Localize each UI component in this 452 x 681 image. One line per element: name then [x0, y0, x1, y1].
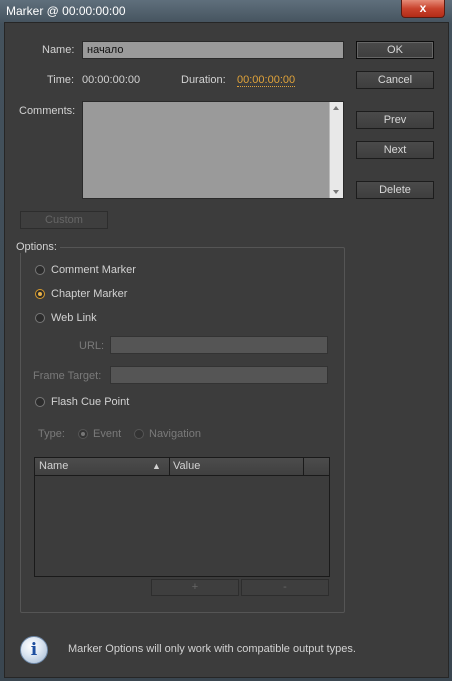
remove-cue-point-button[interactable]: - — [241, 579, 329, 596]
cue-point-table[interactable]: Name ▲ Value — [34, 457, 330, 577]
dialog-body: Name: начало Time: 00:00:00:00 Duration:… — [4, 22, 449, 678]
marker-dialog: Marker @ 00:00:00:00 x Name: начало Time… — [0, 0, 452, 681]
column-divider — [169, 458, 170, 475]
scroll-down-icon[interactable] — [333, 190, 339, 194]
web-link-label[interactable]: Web Link — [51, 312, 97, 324]
comments-textarea[interactable] — [82, 101, 344, 199]
custom-button[interactable]: Custom — [20, 211, 108, 229]
table-header: Name ▲ Value — [35, 458, 329, 476]
url-input[interactable] — [110, 336, 328, 354]
sort-ascending-icon[interactable]: ▲ — [152, 461, 161, 471]
column-header-value[interactable]: Value — [173, 460, 200, 472]
info-icon: i — [20, 636, 48, 664]
name-input[interactable]: начало — [82, 41, 344, 59]
comments-label: Comments: — [19, 105, 76, 117]
column-header-name[interactable]: Name — [39, 460, 68, 472]
comments-scrollbar[interactable] — [329, 102, 343, 198]
comment-marker-label[interactable]: Comment Marker — [51, 264, 136, 276]
name-label: Name: — [42, 44, 75, 56]
duration-value[interactable]: 00:00:00:00 — [237, 74, 296, 87]
duration-label: Duration: — [181, 74, 226, 86]
web-link-radio[interactable] — [35, 313, 45, 323]
time-label: Time: — [47, 74, 75, 86]
info-message: Marker Options will only work with compa… — [68, 643, 356, 655]
chapter-marker-label[interactable]: Chapter Marker — [51, 288, 127, 300]
frame-target-label: Frame Target: — [33, 370, 102, 382]
prev-button[interactable]: Prev — [356, 111, 434, 129]
flash-cue-point-label[interactable]: Flash Cue Point — [51, 396, 129, 408]
delete-button[interactable]: Delete — [356, 181, 434, 199]
column-divider — [303, 458, 304, 475]
comment-marker-radio[interactable] — [35, 265, 45, 275]
close-window-button[interactable]: x — [401, 0, 445, 18]
type-event-radio[interactable] — [78, 429, 88, 439]
type-event-label[interactable]: Event — [93, 428, 121, 440]
ok-button[interactable]: OK — [356, 41, 434, 59]
time-value: 00:00:00:00 — [82, 74, 141, 86]
title-bar: Marker @ 00:00:00:00 x — [0, 0, 452, 22]
options-label: Options: — [13, 241, 60, 253]
add-cue-point-button[interactable]: + — [151, 579, 239, 596]
window-title: Marker @ 00:00:00:00 — [6, 4, 126, 18]
type-navigation-radio[interactable] — [134, 429, 144, 439]
close-icon: x — [419, 1, 427, 15]
chapter-marker-radio[interactable] — [35, 289, 45, 299]
next-button[interactable]: Next — [356, 141, 434, 159]
type-label: Type: — [38, 428, 65, 440]
type-navigation-label[interactable]: Navigation — [149, 428, 201, 440]
cancel-button[interactable]: Cancel — [356, 71, 434, 89]
url-label: URL: — [79, 340, 105, 352]
frame-target-input[interactable] — [110, 366, 328, 384]
flash-cue-point-radio[interactable] — [35, 397, 45, 407]
scroll-up-icon[interactable] — [333, 106, 339, 110]
